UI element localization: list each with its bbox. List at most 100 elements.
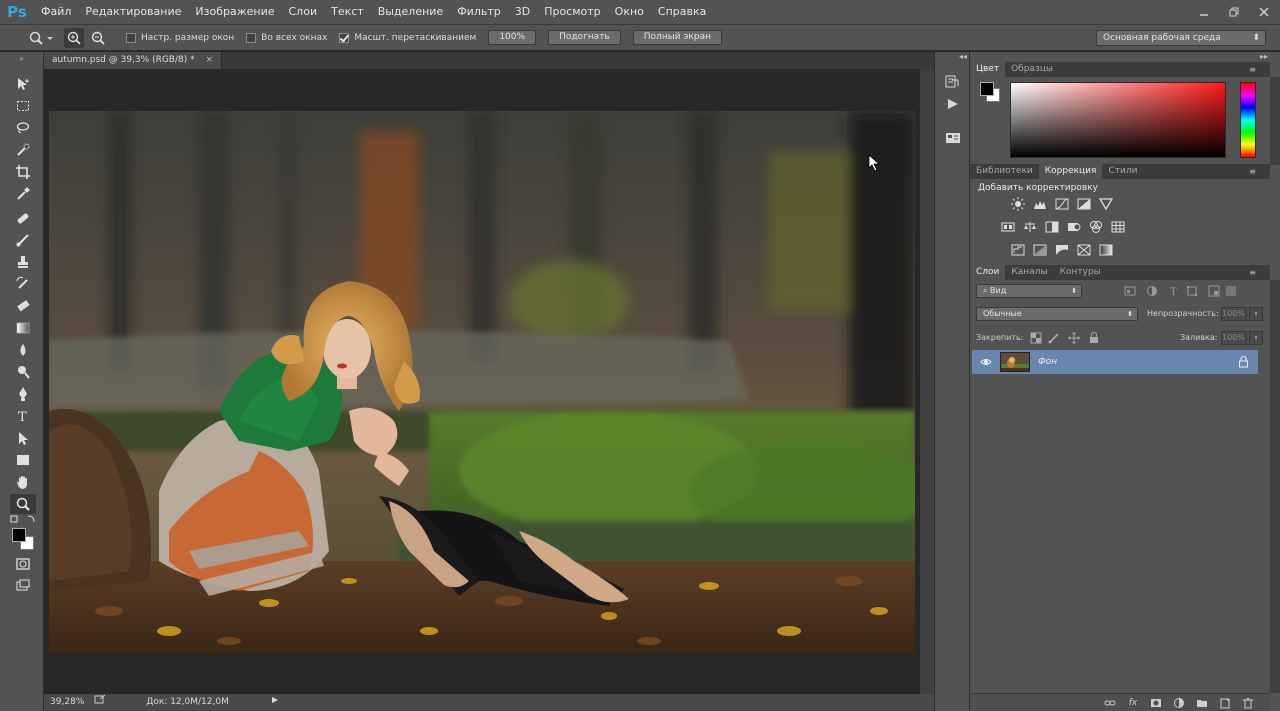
- opacity-field[interactable]: 100%: [1221, 307, 1247, 321]
- color-lookup-icon[interactable]: [1110, 220, 1126, 234]
- menu-view[interactable]: Просмотр: [537, 0, 607, 24]
- tab-color[interactable]: Цвет: [970, 62, 1006, 77]
- eyedropper-tool-icon[interactable]: [10, 184, 36, 204]
- vertical-scrollbar[interactable]: [920, 69, 934, 694]
- panel-menu-icon[interactable]: ≡: [1249, 65, 1256, 74]
- lock-transparent-icon[interactable]: [1028, 331, 1044, 345]
- restore-icon[interactable]: [1226, 4, 1242, 20]
- threshold-icon[interactable]: [1054, 243, 1070, 257]
- black-white-icon[interactable]: [1044, 220, 1060, 234]
- zoom-level[interactable]: 39,28%: [50, 694, 84, 711]
- close-tab-icon[interactable]: ×: [206, 55, 214, 65]
- gradient-tool-icon[interactable]: [10, 318, 36, 338]
- workspace-select[interactable]: Основная рабочая среда ⬍: [1096, 30, 1266, 46]
- new-group-icon[interactable]: [1196, 697, 1208, 709]
- history-panel-icon[interactable]: [943, 72, 963, 92]
- menu-3d[interactable]: 3D: [508, 0, 537, 24]
- brightness-contrast-icon[interactable]: [1010, 197, 1026, 211]
- filter-smart-object-icon[interactable]: [1206, 284, 1222, 298]
- blend-mode-select[interactable]: Обычные ⬍: [976, 307, 1138, 321]
- marquee-tool-icon[interactable]: [10, 96, 36, 116]
- canvas-area[interactable]: [44, 69, 920, 694]
- add-mask-icon[interactable]: [1150, 697, 1162, 709]
- eraser-tool-icon[interactable]: [10, 296, 36, 316]
- minimize-icon[interactable]: [1196, 4, 1212, 20]
- invert-icon[interactable]: [1010, 243, 1026, 257]
- layer-row-background[interactable]: Фон: [972, 350, 1258, 374]
- filter-pixel-icon[interactable]: [1122, 284, 1138, 298]
- tab-styles[interactable]: Стили: [1102, 164, 1143, 179]
- new-layer-icon[interactable]: [1219, 697, 1231, 709]
- screen-mode-icon[interactable]: [10, 576, 36, 596]
- layer-style-fx-icon[interactable]: fx: [1127, 697, 1139, 709]
- export-icon[interactable]: [94, 694, 106, 711]
- tab-swatches[interactable]: Образцы: [1005, 62, 1059, 77]
- exposure-icon[interactable]: [1076, 197, 1092, 211]
- rectangle-tool-icon[interactable]: [10, 450, 36, 470]
- color-balance-icon[interactable]: [1022, 220, 1038, 234]
- hand-tool-icon[interactable]: [10, 472, 36, 492]
- clone-stamp-tool-icon[interactable]: [10, 252, 36, 272]
- menu-filter[interactable]: Фильтр: [450, 0, 508, 24]
- zoom-in-icon[interactable]: [64, 27, 84, 48]
- curves-icon[interactable]: [1054, 197, 1070, 211]
- tab-paths[interactable]: Контуры: [1054, 265, 1107, 280]
- type-tool-icon[interactable]: T: [10, 406, 36, 426]
- panel-menu-icon[interactable]: ≡: [1249, 268, 1256, 277]
- path-selection-tool-icon[interactable]: [10, 428, 36, 448]
- color-panel-scrollbar[interactable]: [1270, 77, 1280, 165]
- layer-filter-select[interactable]: ⌕ Вид ⬍: [976, 284, 1082, 298]
- healing-brush-tool-icon[interactable]: [10, 208, 36, 228]
- panel-menu-icon[interactable]: ≡: [1249, 167, 1256, 176]
- collapse-panels-icon[interactable]: ▸▸: [1260, 52, 1268, 61]
- menu-type[interactable]: Текст: [324, 0, 371, 24]
- fit-screen-button[interactable]: Подогнать: [548, 30, 621, 45]
- hue-saturation-icon[interactable]: [1000, 220, 1016, 234]
- actions-play-icon[interactable]: [943, 94, 963, 114]
- collapse-toolbar-icon[interactable]: »: [0, 52, 43, 66]
- eye-icon[interactable]: [980, 356, 992, 368]
- move-tool-icon[interactable]: [10, 74, 36, 94]
- swap-colors-icon[interactable]: [8, 514, 38, 526]
- menu-select[interactable]: Выделение: [371, 0, 451, 24]
- resize-windows-checkbox[interactable]: Настр. размер окон: [126, 32, 234, 43]
- crop-tool-icon[interactable]: [10, 162, 36, 182]
- menu-file[interactable]: Файл: [34, 0, 78, 24]
- checkbox-unchecked[interactable]: [126, 32, 136, 43]
- zoom-tool-preset-icon[interactable]: [26, 28, 46, 48]
- hue-slider[interactable]: [1240, 82, 1256, 158]
- history-brush-tool-icon[interactable]: [10, 274, 36, 294]
- foreground-color-swatch[interactable]: [12, 528, 26, 542]
- menu-edit[interactable]: Редактирование: [78, 0, 188, 24]
- tab-libraries[interactable]: Библиотеки: [970, 164, 1039, 179]
- fill-dropdown-icon[interactable]: ▾: [1249, 331, 1263, 345]
- zoom-out-icon[interactable]: [88, 28, 108, 48]
- fill-screen-button[interactable]: Полный экран: [632, 30, 722, 45]
- tab-adjustments[interactable]: Коррекция: [1038, 164, 1103, 179]
- color-panel-foreground-swatch[interactable]: [980, 82, 994, 96]
- delete-layer-icon[interactable]: [1242, 697, 1254, 709]
- menu-image[interactable]: Изображение: [188, 0, 281, 24]
- document-image[interactable]: [49, 111, 915, 654]
- lock-icon[interactable]: [1238, 356, 1249, 371]
- quick-mask-icon[interactable]: [10, 554, 36, 574]
- tab-channels[interactable]: Каналы: [1005, 265, 1053, 280]
- posterize-icon[interactable]: [1032, 243, 1048, 257]
- selective-color-icon[interactable]: [1076, 243, 1092, 257]
- blur-tool-icon[interactable]: [10, 340, 36, 360]
- photo-filter-icon[interactable]: [1066, 220, 1082, 234]
- document-tab[interactable]: autumn.psd @ 39,3% (RGB/8) * ×: [44, 52, 223, 69]
- menu-layers[interactable]: Слои: [282, 0, 325, 24]
- dodge-tool-icon[interactable]: [10, 362, 36, 382]
- checkbox-checked[interactable]: [339, 32, 350, 43]
- close-window-icon[interactable]: [1256, 4, 1272, 20]
- fill-field[interactable]: 100%: [1221, 331, 1247, 345]
- filter-type-icon[interactable]: T: [1166, 284, 1182, 298]
- color-swatches[interactable]: [10, 526, 38, 552]
- pen-tool-icon[interactable]: [10, 384, 36, 404]
- tab-layers[interactable]: Слои: [970, 265, 1006, 280]
- checkbox-unchecked[interactable]: [246, 32, 257, 43]
- zoom-100-button[interactable]: 100%: [488, 30, 537, 45]
- status-menu-arrow-icon[interactable]: [271, 694, 279, 711]
- quick-selection-tool-icon[interactable]: [10, 140, 36, 160]
